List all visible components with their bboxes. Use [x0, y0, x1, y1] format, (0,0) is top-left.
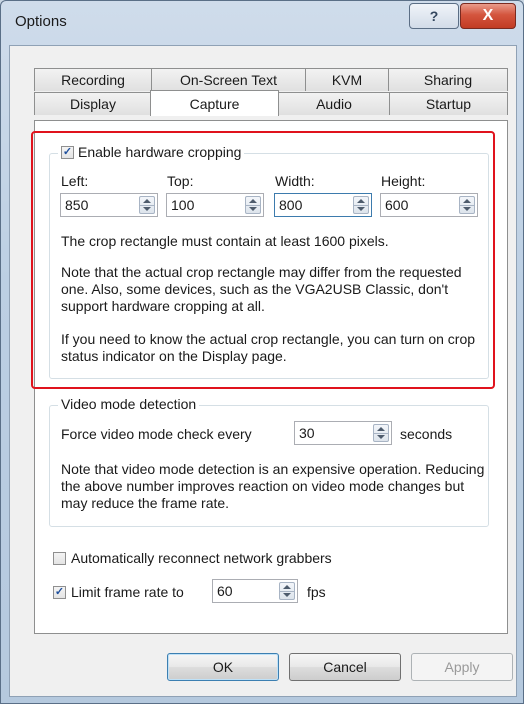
tab-recording[interactable]: Recording — [34, 68, 152, 91]
top-value[interactable]: 100 — [171, 197, 194, 213]
spin-up-icon[interactable] — [357, 199, 365, 203]
tab-startup[interactable]: Startup — [389, 92, 508, 115]
enable-cropping-label[interactable]: Enable hardware cropping — [78, 144, 241, 160]
fps-label: fps — [307, 584, 326, 600]
help-icon: ? — [429, 8, 439, 24]
close-icon: X — [482, 7, 494, 24]
ok-label: OK — [212, 659, 234, 675]
tab-label: On-Screen Text — [179, 72, 277, 88]
reconnect-row[interactable]: Automatically reconnect network grabbers — [53, 550, 332, 566]
left-spinbox[interactable]: 850 — [60, 193, 158, 217]
tab-display[interactable]: Display — [34, 92, 152, 115]
width-spin-arrows[interactable] — [353, 196, 369, 214]
spin-down-icon[interactable] — [283, 593, 291, 597]
spin-down-icon[interactable] — [357, 207, 365, 211]
video-mode-note: Note that video mode detection is an exp… — [61, 461, 485, 511]
width-value[interactable]: 800 — [279, 197, 302, 213]
spin-up-icon[interactable] — [283, 585, 291, 589]
video-check-spin-arrows[interactable] — [373, 424, 389, 442]
cancel-label: Cancel — [323, 659, 367, 675]
seconds-label: seconds — [400, 426, 453, 442]
cancel-button[interactable]: Cancel — [289, 653, 401, 681]
frame-rate-label[interactable]: Limit frame rate to — [71, 584, 184, 600]
frame-rate-spinbox[interactable]: 60 — [212, 579, 298, 603]
tab-row-2: Display Capture Audio Startup — [34, 90, 508, 116]
height-value[interactable]: 600 — [385, 197, 408, 213]
tab-label: Recording — [61, 72, 125, 88]
spin-down-icon[interactable] — [249, 207, 257, 211]
top-spin-arrows[interactable] — [245, 196, 261, 214]
enable-cropping-checkbox[interactable]: ✓ — [61, 145, 74, 159]
tab-label: Display — [70, 96, 116, 112]
left-label: Left: — [61, 173, 89, 189]
crop-differ-note: Note that the actual crop rectangle may … — [61, 264, 462, 314]
spin-up-icon[interactable] — [377, 427, 385, 431]
spin-up-icon[interactable] — [249, 199, 257, 203]
reconnect-checkbox[interactable] — [53, 551, 66, 565]
spin-down-icon[interactable] — [143, 207, 151, 211]
top-spinbox[interactable]: 100 — [166, 193, 264, 217]
tab-on-screen-text[interactable]: On-Screen Text — [151, 68, 306, 91]
tab-sharing[interactable]: Sharing — [388, 68, 508, 91]
video-check-value[interactable]: 30 — [299, 425, 315, 441]
frame-rate-spin-arrows[interactable] — [279, 582, 295, 600]
spin-up-icon[interactable] — [463, 199, 471, 203]
left-spin-arrows[interactable] — [139, 196, 155, 214]
tab-label: Capture — [189, 95, 240, 112]
width-label: Width: — [275, 173, 315, 189]
apply-label: Apply — [444, 659, 480, 675]
spin-down-icon[interactable] — [377, 435, 385, 439]
cropping-legend: ✓ Enable hardware cropping — [58, 144, 245, 160]
tab-audio[interactable]: Audio — [278, 92, 390, 115]
options-window: Options ? X Recording On-Screen Text KVM… — [0, 0, 524, 704]
help-button[interactable]: ? — [409, 3, 459, 29]
spin-down-icon[interactable] — [463, 207, 471, 211]
height-spin-arrows[interactable] — [459, 196, 475, 214]
tab-capture[interactable]: Capture — [150, 90, 279, 116]
left-value[interactable]: 850 — [65, 197, 88, 213]
crop-min-note: The crop rectangle must contain at least… — [61, 233, 389, 249]
tab-label: Sharing — [423, 72, 473, 88]
close-button[interactable]: X — [460, 3, 516, 29]
tab-row-1: Recording On-Screen Text KVM Sharing — [34, 68, 508, 91]
apply-button: Apply — [411, 653, 513, 681]
tab-label: KVM — [331, 72, 363, 88]
video-mode-legend: Video mode detection — [58, 396, 200, 412]
height-label: Height: — [381, 173, 426, 189]
title-bar[interactable]: Options ? X — [1, 1, 523, 45]
video-mode-label: Video mode detection — [61, 396, 197, 412]
video-check-spinbox[interactable]: 30 — [294, 421, 392, 445]
spin-up-icon[interactable] — [143, 199, 151, 203]
frame-rate-value[interactable]: 60 — [217, 583, 233, 599]
tab-label: Audio — [316, 96, 352, 112]
ok-button[interactable]: OK — [167, 653, 279, 681]
force-check-label: Force video mode check every — [61, 426, 252, 442]
top-label: Top: — [167, 173, 194, 189]
window-title: Options — [15, 13, 67, 30]
tab-kvm[interactable]: KVM — [305, 68, 389, 91]
height-spinbox[interactable]: 600 — [380, 193, 478, 217]
crop-status-note: If you need to know the actual crop rect… — [61, 331, 476, 364]
width-spinbox[interactable]: 800 — [274, 193, 372, 217]
reconnect-label[interactable]: Automatically reconnect network grabbers — [71, 550, 332, 566]
tab-label: Startup — [425, 96, 472, 112]
frame-rate-checkbox[interactable]: ✓ — [53, 585, 66, 599]
frame-rate-row[interactable]: ✓ Limit frame rate to — [53, 584, 184, 600]
